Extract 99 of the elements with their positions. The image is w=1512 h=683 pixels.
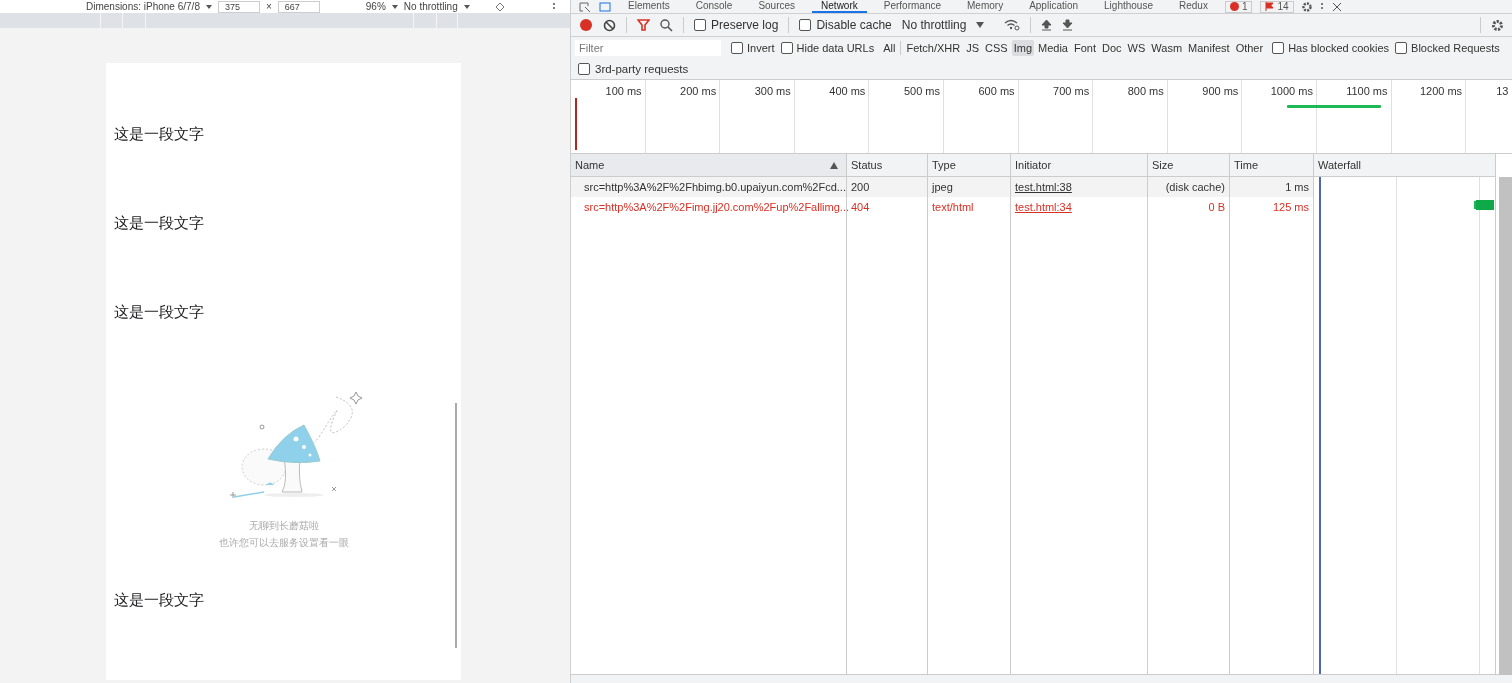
column-header[interactable]: Name <box>575 159 605 171</box>
tick-label: 800 ms <box>1127 85 1164 97</box>
throttling-dropdown[interactable]: No throttling <box>901 18 967 32</box>
tick-label: 400 ms <box>829 85 866 97</box>
issue-count: 14 <box>1277 1 1289 12</box>
tick-label: 600 ms <box>978 85 1015 97</box>
record-button[interactable] <box>579 18 593 32</box>
dropdown-arrow-icon[interactable] <box>976 22 985 28</box>
paragraph-text: 这是一段文字 <box>114 125 204 143</box>
error-count: 1 <box>1241 1 1248 12</box>
column-header[interactable]: Type <box>932 159 956 171</box>
type-filter-button[interactable]: Wasm <box>1149 39 1185 56</box>
third-party-checkbox[interactable]: 3rd-party requests <box>578 62 689 75</box>
issues-badge[interactable]: 14 <box>1260 0 1294 13</box>
disable-cache-checkbox[interactable]: Disable cache <box>799 18 892 32</box>
type-filter-button[interactable]: All <box>881 39 898 56</box>
type-filter-button[interactable]: Fetch/XHR <box>904 39 963 56</box>
paragraph-text: 这是一段文字 <box>114 591 204 610</box>
column-header[interactable]: Size <box>1152 159 1174 171</box>
devtools-tab[interactable]: Redux <box>1170 0 1217 13</box>
tick-label: 100 ms <box>605 85 642 97</box>
sort-arrow-icon[interactable] <box>830 161 838 169</box>
load-marker-line <box>575 98 577 150</box>
table-cell: text/html <box>928 197 1011 217</box>
times-sign: × <box>265 1 272 12</box>
table-cell: 1 ms <box>1230 177 1314 197</box>
tick-label: 700 ms <box>1053 85 1090 97</box>
blocked-cookies-checkbox[interactable]: Has blocked cookies <box>1272 41 1390 54</box>
throttling-dropdown[interactable]: No throttling <box>403 1 458 12</box>
caret-icon[interactable] <box>205 4 212 9</box>
devtools-tab[interactable]: Memory <box>958 0 1013 13</box>
tick-label: 300 ms <box>754 85 791 97</box>
type-filter-button[interactable]: Media <box>1036 39 1070 56</box>
preserve-log-checkbox[interactable]: Preserve log <box>694 18 779 32</box>
tick-label: 200 ms <box>680 85 717 97</box>
devtools-tab[interactable]: Console <box>686 0 742 13</box>
filter-icon[interactable] <box>637 19 650 31</box>
inspect-icon[interactable] <box>579 1 591 12</box>
rotate-icon[interactable] <box>493 1 506 12</box>
invert-checkbox[interactable]: Invert <box>731 41 775 54</box>
type-filter-button[interactable]: Doc <box>1100 39 1124 56</box>
request-row-name[interactable]: src=http%3A%2F%2Fimg.jj20.com%2Fup%2Fallimg... <box>571 197 847 217</box>
devtools-tab[interactable]: Elements <box>619 0 679 13</box>
request-row-name[interactable]: src=http%3A%2F%2Fhbimg.b0.upaiyun.com%2Fcd... <box>571 177 847 197</box>
table-cell: (disk cache) <box>1148 177 1230 197</box>
devtools-tab[interactable]: Lighthouse <box>1095 0 1162 13</box>
clear-icon[interactable] <box>603 18 616 32</box>
more-icon[interactable] <box>552 1 556 12</box>
upload-icon[interactable] <box>1041 19 1053 31</box>
column-header[interactable]: Time <box>1234 159 1259 171</box>
width-field[interactable]: 375 <box>217 0 260 13</box>
hide-data-urls-checkbox[interactable]: Hide data URLs <box>780 41 875 54</box>
device-dimensions[interactable]: Dimensions: iPhone 6/7/8 <box>86 1 200 12</box>
device-toggle-icon[interactable] <box>599 1 611 12</box>
type-filter-button[interactable]: CSS <box>983 39 1010 56</box>
devtools-tab[interactable]: Sources <box>749 0 805 13</box>
initiator-link[interactable]: test.html:34 <box>1015 201 1072 213</box>
table-cell: 0 B <box>1148 197 1230 217</box>
type-filter-button[interactable]: Font <box>1072 39 1098 56</box>
download-icon[interactable] <box>1062 19 1074 31</box>
table-cell: 404 <box>847 197 928 217</box>
settings-icon[interactable] <box>1301 1 1312 12</box>
error-badge[interactable]: 1 <box>1224 0 1253 13</box>
table-cell: 200 <box>847 177 928 197</box>
table-cell: jpeg <box>928 177 1011 197</box>
error-icon <box>1229 2 1239 11</box>
type-filter-button[interactable]: WS <box>1125 39 1148 56</box>
height-field[interactable]: 667 <box>277 0 320 13</box>
settings-icon[interactable] <box>1491 18 1504 32</box>
zoom-dropdown[interactable]: 96% <box>365 1 386 12</box>
search-icon[interactable] <box>660 18 673 32</box>
wifi-settings-icon[interactable] <box>1004 19 1021 31</box>
tick-label: 13 <box>1496 85 1509 97</box>
empty-state-text: 无聊到长蘑菇啦 <box>248 519 319 534</box>
tick-label: 900 ms <box>1202 85 1239 97</box>
column-header[interactable]: Waterfall <box>1318 159 1361 171</box>
caret-icon[interactable] <box>463 4 470 9</box>
tick-label: 500 ms <box>903 85 940 97</box>
scrollbar-thumb[interactable] <box>455 403 457 648</box>
close-icon[interactable] <box>1331 2 1342 11</box>
tick-label: 1000 ms <box>1270 85 1313 97</box>
blocked-requests-checkbox[interactable]: Blocked Requests <box>1395 41 1500 54</box>
table-cell: 125 ms <box>1230 197 1314 217</box>
devtools-tab[interactable]: Performance <box>874 0 950 13</box>
scrollbar[interactable] <box>1499 177 1512 675</box>
type-filter-button[interactable]: Manifest <box>1186 39 1232 56</box>
column-header[interactable]: Initiator <box>1015 159 1052 171</box>
paragraph-text: 这是一段文字 <box>114 213 204 232</box>
devtools-tab[interactable]: Application <box>1020 0 1088 13</box>
tick-label: 1100 ms <box>1346 85 1388 97</box>
more-icon[interactable] <box>1319 1 1324 12</box>
caret-icon[interactable] <box>391 4 398 9</box>
flag-icon <box>1265 2 1275 11</box>
type-filter-button[interactable]: Img <box>1011 39 1034 56</box>
tick-label: 1200 ms <box>1419 85 1463 97</box>
paragraph-text: 这是一段文字 <box>114 302 204 321</box>
filter-field[interactable]: Filter <box>575 39 721 56</box>
type-filter-button[interactable]: Other <box>1233 39 1266 56</box>
type-filter-button[interactable]: JS <box>964 39 982 56</box>
